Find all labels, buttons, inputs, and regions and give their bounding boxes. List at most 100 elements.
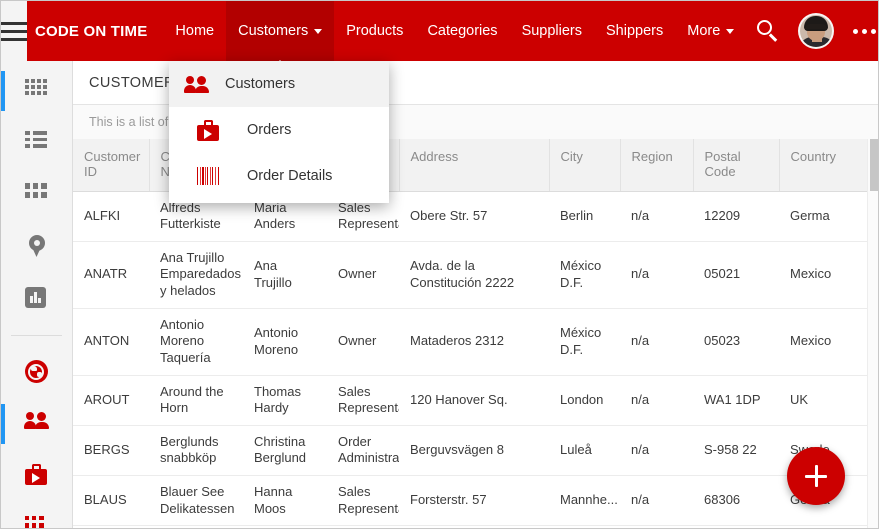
column-header-city[interactable]: City xyxy=(549,139,621,192)
cell-company-name: Berglunds snabbköp xyxy=(149,425,243,477)
rail-item-cards-view[interactable] xyxy=(1,169,72,221)
app-grid-icon xyxy=(24,516,49,528)
cell-contact-name: Christina Berglund xyxy=(243,425,327,477)
brand-logo[interactable]: CODE ON TIME xyxy=(27,1,163,61)
table-row[interactable]: AROUT Around the Horn Thomas Hardy Sales… xyxy=(73,375,878,426)
chevron-down-icon xyxy=(726,28,735,34)
nav-item-categories[interactable]: Categories xyxy=(415,1,509,61)
search-icon xyxy=(757,20,779,42)
user-account-button[interactable] xyxy=(794,1,838,61)
cell-country: Mexico xyxy=(779,241,878,309)
nav-item-label: More xyxy=(687,23,721,39)
rail-item-list-view[interactable] xyxy=(1,117,72,169)
left-rail xyxy=(1,61,73,528)
cell-region: n/a xyxy=(620,425,693,477)
cell-company-name: Antonio Moreno Taquería xyxy=(149,308,243,376)
rail-item-chart-view[interactable] xyxy=(1,273,72,325)
cell-postal-code: 05023 xyxy=(693,308,779,376)
main-navbar: CODE ON TIME Home Customers Products Cat… xyxy=(27,1,878,70)
briefcase-play-icon xyxy=(169,119,247,141)
search-button[interactable] xyxy=(746,1,790,61)
rail-item-globe[interactable] xyxy=(1,346,72,398)
table-row[interactable]: ANATR Ana Trujillo Emparedados y helados… xyxy=(73,241,878,309)
nav-item-customers[interactable]: Customers xyxy=(226,1,335,70)
nav-item-label: Categories xyxy=(427,23,498,39)
column-header-country[interactable]: Country xyxy=(779,139,878,192)
dropdown-item-label: Customers xyxy=(225,76,296,92)
cell-company-name: Ana Trujillo Emparedados y helados xyxy=(149,241,243,309)
cell-postal-code: 68306 xyxy=(693,475,779,527)
table-row[interactable]: BERGS Berglunds snabbköp Christina Bergl… xyxy=(73,425,878,477)
map-pin-icon xyxy=(25,235,49,259)
list-view-icon xyxy=(24,131,49,155)
nav-item-label: Home xyxy=(175,23,215,39)
cell-region: n/a xyxy=(620,241,693,309)
cell-contact-name: Ana Trujillo xyxy=(243,241,327,309)
overflow-menu-button[interactable] xyxy=(842,1,878,61)
cell-company-name: Around the Horn xyxy=(149,375,243,426)
table-row[interactable]: ANTON Antonio Moreno Taquería Antonio Mo… xyxy=(73,308,878,376)
cell-country: Mexico xyxy=(779,308,878,376)
menu-toggle-button[interactable] xyxy=(1,1,27,61)
rail-divider xyxy=(11,335,62,336)
cell-customer-id: BERGS xyxy=(73,425,149,477)
cell-customer-id: ANATR xyxy=(73,241,149,309)
cards-view-icon xyxy=(24,183,49,207)
people-icon xyxy=(169,75,225,93)
cell-region: n/a xyxy=(620,475,693,527)
nav-item-more[interactable]: More xyxy=(675,1,746,61)
dropdown-item-label: Order Details xyxy=(247,168,333,184)
customers-dropdown-menu: Customers Orders Order Details xyxy=(169,61,389,203)
cell-postal-code: 12209 xyxy=(693,191,779,242)
cell-contact-title: Order Administrato xyxy=(327,425,399,477)
nav-item-suppliers[interactable]: Suppliers xyxy=(510,1,594,61)
table-body: ALFKI Alfreds Futterkiste Maria Anders S… xyxy=(73,191,878,528)
column-header-postal-code[interactable]: Postal Code xyxy=(693,139,780,192)
dropdown-item-customers[interactable]: Customers xyxy=(169,61,389,107)
navbar-actions xyxy=(746,1,878,61)
rail-item-customers[interactable] xyxy=(1,398,72,450)
column-header-address[interactable]: Address xyxy=(399,139,550,192)
rail-item-grid-view[interactable] xyxy=(1,65,72,117)
table-row[interactable]: BLAUS Blauer See Delikatessen Hanna Moos… xyxy=(73,475,878,527)
rail-item-map-view[interactable] xyxy=(1,221,72,273)
cell-postal-code: WA1 1DP xyxy=(693,375,779,426)
cell-address: Mataderos 2312 xyxy=(399,308,549,376)
rail-item-orders[interactable] xyxy=(1,450,72,502)
cell-address: Avda. de la Constitución 2222 xyxy=(399,241,549,309)
avatar xyxy=(798,13,835,49)
column-header-region[interactable]: Region xyxy=(620,139,694,192)
vertical-scrollbar[interactable] xyxy=(867,139,878,528)
cell-city: Luleå xyxy=(549,425,620,477)
add-record-button[interactable] xyxy=(787,447,845,505)
cell-region: n/a xyxy=(620,191,693,242)
cell-city: México D.F. xyxy=(549,241,620,309)
cell-address: Forsterstr. 57 xyxy=(399,475,549,527)
column-header-customer-id[interactable]: Customer ID xyxy=(73,139,150,192)
cell-contact-name: Thomas Hardy xyxy=(243,375,327,426)
cell-customer-id: ANTON xyxy=(73,308,149,376)
chart-view-icon xyxy=(24,287,49,311)
nav-item-shippers[interactable]: Shippers xyxy=(594,1,675,61)
scrollbar-thumb[interactable] xyxy=(870,139,878,191)
nav-item-label: Suppliers xyxy=(521,23,583,39)
cell-region: n/a xyxy=(620,308,693,376)
globe-icon xyxy=(24,360,49,384)
dropdown-item-label: Orders xyxy=(247,122,292,138)
cell-contact-name: Antonio Moreno xyxy=(243,308,327,376)
nav-item-home[interactable]: Home xyxy=(163,1,226,61)
cell-city: Mannhe... xyxy=(549,475,620,527)
cell-address: Berguvsvägen 8 xyxy=(399,425,549,477)
top-bar: CODE ON TIME Home Customers Products Cat… xyxy=(1,1,878,70)
cell-postal-code: 05021 xyxy=(693,241,779,309)
rail-item-apps[interactable] xyxy=(1,502,72,528)
nav-item-products[interactable]: Products xyxy=(334,1,415,61)
cell-postal-code: S-958 22 xyxy=(693,425,779,477)
cell-contact-name: Hanna Moos xyxy=(243,475,327,527)
cell-customer-id: BLAUS xyxy=(73,475,149,527)
cell-country: UK xyxy=(779,375,878,426)
nav-item-label: Shippers xyxy=(606,23,664,39)
cell-region: n/a xyxy=(620,375,693,426)
dropdown-item-order-details[interactable]: Order Details xyxy=(169,153,389,199)
dropdown-item-orders[interactable]: Orders xyxy=(169,107,389,153)
